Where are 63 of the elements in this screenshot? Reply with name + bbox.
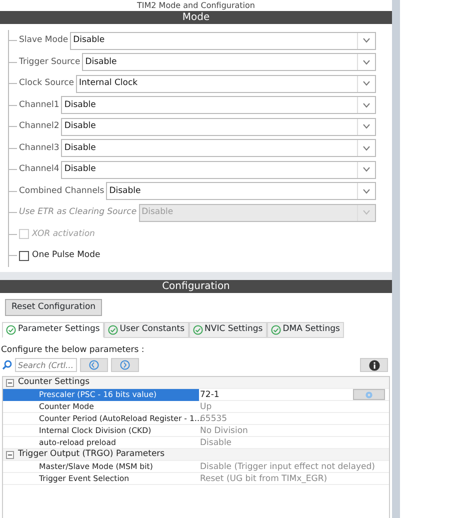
parameter-value: No Division xyxy=(199,424,249,437)
section-header: Mode xyxy=(0,11,392,24)
parameter-value: Reset (UG bit from TIMx_EGR) xyxy=(199,472,328,485)
field-label: Channel4 xyxy=(19,163,60,176)
tab[interactable]: User Constants xyxy=(104,322,189,338)
gear-icon xyxy=(365,390,373,399)
dropdown[interactable]: Disable xyxy=(61,139,376,158)
check-circle-icon xyxy=(108,324,118,334)
group-title: Counter Settings xyxy=(18,376,90,390)
chevron-down-icon xyxy=(363,124,370,130)
collapse-icon[interactable] xyxy=(6,450,14,459)
reset-button[interactable]: Reset Configuration xyxy=(5,298,102,316)
tab[interactable]: DMA Settings xyxy=(266,322,344,338)
search-icon xyxy=(2,360,12,370)
field-label: Clock Source xyxy=(19,77,74,90)
check-circle-icon xyxy=(270,324,281,334)
group-title: Trigger Output (TRGO) Parameters xyxy=(18,448,165,462)
parameter-value: 65535 xyxy=(200,412,228,425)
field-label: Channel1 xyxy=(19,98,60,112)
field-label: Trigger Source xyxy=(19,56,80,69)
next-button[interactable] xyxy=(111,358,139,372)
search-field[interactable]: Search (Crtl… xyxy=(15,358,77,372)
chevron-right-icon xyxy=(120,360,130,370)
chevron-down-icon xyxy=(363,146,370,151)
section-header: Configuration xyxy=(0,280,392,292)
tab[interactable]: Parameter Settings xyxy=(2,322,104,338)
description-text: Configure the below parameters : xyxy=(0,344,146,356)
check-circle-icon xyxy=(6,324,16,334)
dropdown[interactable]: Disable xyxy=(61,118,376,136)
previous-button[interactable] xyxy=(80,358,108,372)
tab[interactable]: NVIC Settings xyxy=(188,322,267,338)
chevron-down-icon xyxy=(363,38,370,44)
chevron-down-icon xyxy=(363,167,370,172)
checkbox[interactable] xyxy=(19,250,29,261)
chevron-left-icon xyxy=(89,360,99,370)
chevron-down-icon xyxy=(363,60,370,65)
parameter-value[interactable]: 72-1 xyxy=(199,388,353,401)
info-button[interactable] xyxy=(360,358,388,372)
field-label: Channel2 xyxy=(19,120,60,134)
checkbox-label: One Pulse Mode xyxy=(32,249,100,262)
chevron-down-icon xyxy=(363,81,370,86)
collapse-icon[interactable] xyxy=(6,378,14,387)
dropdown[interactable]: Disable xyxy=(106,182,376,200)
dropdown[interactable]: Disable xyxy=(82,53,376,72)
chevron-down-icon xyxy=(363,102,370,108)
dropdown[interactable]: Internal Clock xyxy=(76,74,376,93)
check-circle-icon xyxy=(192,324,203,334)
parameter-value: Disable (Trigger input effect not delayed) xyxy=(199,460,376,473)
dropdown[interactable]: Disable xyxy=(61,96,376,114)
chevron-down-icon xyxy=(363,188,370,194)
chevron-down-icon xyxy=(363,210,370,216)
dropdown[interactable]: Disable xyxy=(61,160,376,179)
field-label: Channel3 xyxy=(19,142,60,155)
scrollbar[interactable] xyxy=(392,0,400,518)
field-label: Use ETR as Clearing Source xyxy=(19,206,137,220)
field-label: Slave Mode xyxy=(19,34,68,48)
window-title: TIM2 Mode and Configuration xyxy=(136,0,256,11)
checkbox-label: XOR activation xyxy=(32,228,95,241)
info-icon xyxy=(368,360,380,371)
parameter-value: Up xyxy=(199,400,213,413)
field-label: Combined Channels xyxy=(19,184,104,198)
parameter-value: Disable xyxy=(199,436,233,449)
dropdown[interactable]: Disable xyxy=(70,32,376,50)
